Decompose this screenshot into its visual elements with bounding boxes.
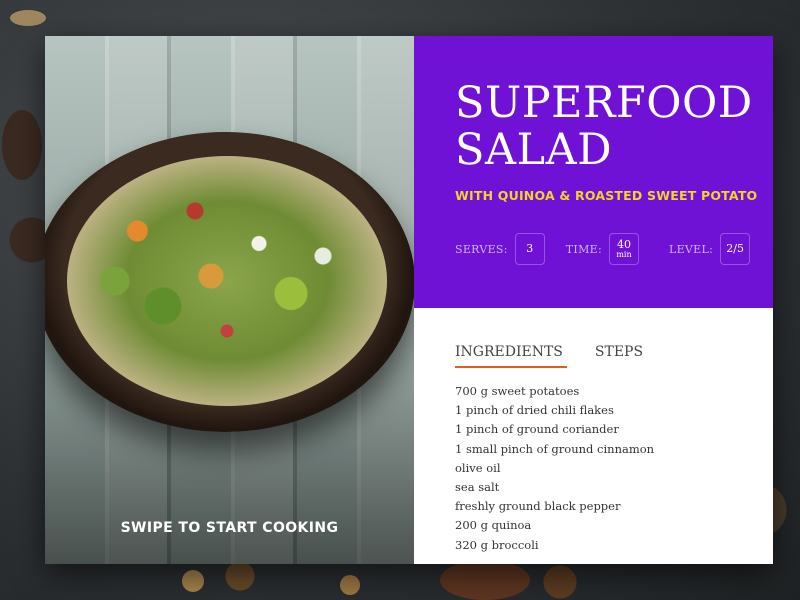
level-label: LEVEL: <box>668 242 714 256</box>
ingredient-item: 200 g quinoa <box>455 518 532 533</box>
level-stat: LEVEL: 2/5 <box>668 233 751 265</box>
background-spice <box>440 560 530 600</box>
hero-photo[interactable]: SWIPE TO START COOKING <box>45 36 414 564</box>
salad-image <box>67 156 387 406</box>
ingredient-item: 1 pinch of ground coriander <box>455 422 619 437</box>
ingredient-item: 1 small pinch of ground cinnamon <box>455 441 655 456</box>
recipe-details-panel: SUPERFOOD SALAD WITH QUINOA & ROASTED SW… <box>414 36 773 564</box>
serves-stat: SERVES: 3 <box>455 233 545 265</box>
ingredient-item: 320 g broccoli <box>455 537 539 552</box>
recipe-stats: SERVES: 3 TIME: 40 min LEVEL: 2/5 <box>455 233 773 265</box>
ingredient-item: 1 pinch of dried chili flakes <box>455 403 614 418</box>
ingredient-item: olive oil <box>455 460 501 475</box>
swipe-to-start-label[interactable]: SWIPE TO START COOKING <box>45 520 414 536</box>
background-spice <box>10 10 46 26</box>
time-value-box: 40 min <box>608 233 639 265</box>
serves-label: SERVES: <box>455 242 508 256</box>
time-label: TIME: <box>565 242 602 256</box>
recipe-header: SUPERFOOD SALAD WITH QUINOA & ROASTED SW… <box>414 36 773 308</box>
ingredient-item: 700 g sweet potatoes <box>455 384 580 398</box>
ingredients-list: 700 g sweet potatoes 1 pinch of dried ch… <box>455 382 773 555</box>
serves-value: 3 <box>526 242 534 255</box>
background-spice <box>2 110 42 180</box>
tab-steps[interactable]: STEPS <box>595 344 643 368</box>
level-value-box: 2/5 <box>720 233 751 265</box>
serves-value-box: 3 <box>514 233 545 265</box>
background-spice <box>182 570 204 592</box>
ingredient-item: freshly ground black pepper <box>455 499 621 514</box>
ingredient-item: sea salt <box>455 480 500 495</box>
recipe-title-line2: SALAD <box>455 125 613 175</box>
background-spice <box>340 575 360 595</box>
recipe-card: SWIPE TO START COOKING SUPERFOOD SALAD W… <box>45 36 773 564</box>
time-unit: min <box>616 250 632 259</box>
recipe-title: SUPERFOOD SALAD <box>455 80 773 174</box>
recipe-tabs: INGREDIENTS STEPS <box>414 308 773 368</box>
recipe-subtitle: WITH QUINOA & ROASTED SWEET POTATO <box>455 188 758 203</box>
tab-ingredients[interactable]: INGREDIENTS <box>455 344 567 368</box>
time-stat: TIME: 40 min <box>566 233 639 265</box>
level-value: 2/5 <box>726 242 744 255</box>
recipe-title-line1: SUPERFOOD <box>455 78 753 128</box>
